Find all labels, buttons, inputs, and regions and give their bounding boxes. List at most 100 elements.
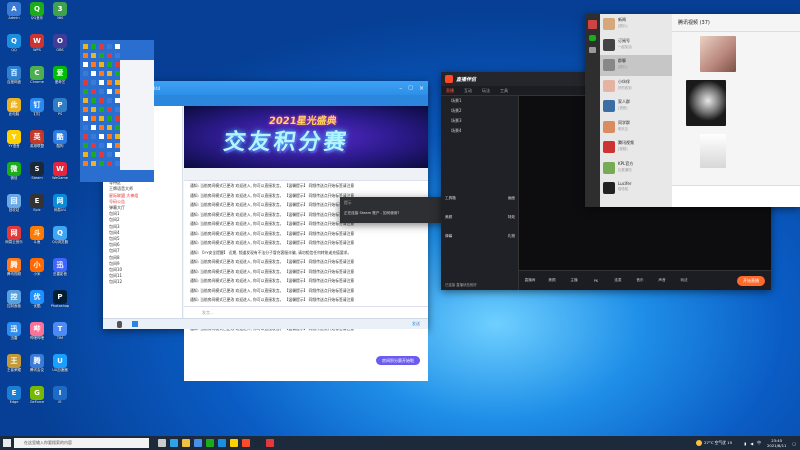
minimize-icon[interactable]: – bbox=[399, 85, 402, 92]
contacts-icon[interactable] bbox=[589, 47, 596, 53]
chat-image[interactable] bbox=[686, 80, 726, 126]
desktop-icon[interactable]: 控控制面板 bbox=[3, 290, 25, 318]
live-control-button[interactable]: 玩法 bbox=[673, 278, 695, 283]
steam-taskbar-icon[interactable] bbox=[254, 439, 262, 447]
channel-item[interactable]: 包间12 bbox=[103, 279, 182, 285]
live-control-button[interactable]: 声音 bbox=[651, 278, 673, 283]
desktop-icon[interactable]: E Epic bbox=[26, 194, 48, 222]
desktop-icon[interactable]: E Edge bbox=[3, 386, 25, 414]
desktop-icon[interactable]: 网网易云音乐 bbox=[3, 226, 25, 254]
weather-text[interactable]: 27°C 空气优 15 bbox=[704, 440, 732, 446]
desktop-icon[interactable]: W WeGame bbox=[49, 162, 71, 190]
desktop-icon[interactable]: 小小米 bbox=[26, 258, 48, 286]
desktop-icon[interactable]: 微微信 bbox=[3, 162, 25, 190]
desktop-icon[interactable]: 网网易UU bbox=[49, 194, 71, 222]
start-live-button[interactable]: 开始直播 bbox=[737, 276, 765, 286]
wechat-window[interactable]: 新闻 [图片] 订阅号 一起加油 群聊 [图片] 小伙伴 好的收到 家人群 [语音] 同学群 明天见腾… bbox=[585, 14, 800, 207]
desktop-icon[interactable]: 腾腾讯视频 bbox=[3, 258, 25, 286]
yy-event-banner[interactable]: 2021星光盛典 交友积分赛 bbox=[184, 106, 428, 168]
chat-image[interactable] bbox=[700, 36, 736, 72]
mic-icon[interactable] bbox=[117, 320, 122, 328]
clock[interactable]: 23:45 2021/8/11 bbox=[767, 438, 786, 448]
desktop-icon[interactable]: T TIM bbox=[49, 322, 71, 350]
taskbar-search-input[interactable]: 在这里输入你要搜索的内容 bbox=[14, 438, 149, 448]
tab-interact[interactable]: 互动 bbox=[464, 88, 472, 94]
desktop-icon[interactable]: 钉钉钉 bbox=[26, 98, 48, 126]
chat-list-item[interactable]: 新闻 [图片] bbox=[600, 14, 672, 35]
desktop-icon[interactable]: 腾腾讯会议 bbox=[26, 354, 48, 382]
desktop-icon[interactable]: Q QQ音乐 bbox=[26, 2, 48, 30]
live-control-button[interactable]: 音乐 bbox=[629, 278, 651, 283]
desktop-icon[interactable]: P PS bbox=[49, 98, 71, 126]
desktop-icon[interactable]: 此此电脑 bbox=[3, 98, 25, 126]
chat-list-item[interactable]: 腾讯视频 [视频] bbox=[600, 137, 672, 158]
desktop-icon[interactable]: 哔哔哩哔哩 bbox=[26, 322, 48, 350]
desktop-icon[interactable]: 爱爱奇艺 bbox=[49, 66, 71, 94]
chat-list-item[interactable]: 家人群 [语音] bbox=[600, 96, 672, 117]
ime-icon[interactable]: 中 bbox=[757, 440, 761, 446]
yy-message-input[interactable]: 发言... bbox=[184, 306, 428, 318]
volume-icon[interactable]: ◀ bbox=[750, 441, 753, 446]
desktop-icon[interactable]: O OBS bbox=[49, 34, 71, 62]
explorer-icon[interactable] bbox=[182, 439, 190, 447]
live-control-button[interactable]: 美颜 bbox=[541, 278, 563, 283]
avatar[interactable] bbox=[588, 20, 597, 29]
desktop-icon[interactable]: 百百度网盘 bbox=[3, 66, 25, 94]
speaker-icon[interactable] bbox=[132, 321, 138, 327]
chat-list-item[interactable]: KPL官方 比赛通知 bbox=[600, 158, 672, 179]
network-icon[interactable]: ▮ bbox=[744, 441, 746, 446]
tool-item[interactable]: 特效 bbox=[508, 215, 515, 220]
desktop-icon[interactable]: 迅迅雷影音 bbox=[49, 258, 71, 286]
tool-item[interactable]: 工具箱 bbox=[445, 196, 456, 201]
desktop-icon[interactable]: Y YY语音 bbox=[3, 130, 25, 158]
scene-item[interactable]: 场景1 bbox=[441, 96, 518, 106]
chat-icon[interactable] bbox=[589, 35, 596, 41]
live-taskbar-icon[interactable] bbox=[242, 439, 250, 447]
close-icon[interactable]: × bbox=[419, 85, 424, 92]
desktop-icon[interactable]: G GeForce bbox=[26, 386, 48, 414]
desktop-icon[interactable]: 回回收站 bbox=[3, 194, 25, 222]
chat-list-item[interactable]: 订阅号 一起加油 bbox=[600, 35, 672, 56]
edge-icon[interactable] bbox=[170, 439, 178, 447]
desktop-icon[interactable]: 优优酷 bbox=[26, 290, 48, 318]
live-control-button[interactable]: 直播间 bbox=[519, 278, 541, 283]
yy-taskbar-icon[interactable] bbox=[230, 439, 238, 447]
desktop-icon[interactable]: S Steam bbox=[26, 162, 48, 190]
task-view-icon[interactable] bbox=[158, 439, 166, 447]
desktop-icon[interactable]: P Photoshop bbox=[49, 290, 71, 318]
scene-item[interactable]: 场景4 bbox=[441, 126, 518, 136]
desktop-icon[interactable]: C Chrome bbox=[26, 66, 48, 94]
send-button[interactable]: 发送 bbox=[412, 321, 420, 327]
desktop-icon[interactable]: 酷酷狗 bbox=[49, 130, 71, 158]
chat-list-item[interactable]: Lucifer 哈哈哈 bbox=[600, 178, 672, 199]
desktop-icon[interactable]: 王王者荣耀 bbox=[3, 354, 25, 382]
desktop-icon[interactable]: 英英雄联盟 bbox=[26, 130, 48, 158]
desktop-icon[interactable]: Q QQ浏览器 bbox=[49, 226, 71, 254]
wechat-chat-panel[interactable]: 腾讯视频 (37) bbox=[672, 14, 800, 207]
desktop-icon[interactable]: 斗斗鱼 bbox=[26, 226, 48, 254]
desktop-icon[interactable]: 迅迅雷 bbox=[3, 322, 25, 350]
tool-item[interactable]: 弹幕 bbox=[445, 234, 452, 239]
live-control-button[interactable]: 连麦 bbox=[607, 278, 629, 283]
tab-play[interactable]: 玩法 bbox=[482, 88, 490, 94]
wechat-input-area[interactable] bbox=[672, 185, 800, 207]
tab-live[interactable]: 直播 bbox=[446, 88, 454, 94]
wechat-taskbar-icon[interactable] bbox=[206, 439, 214, 447]
qq-taskbar-icon[interactable] bbox=[218, 439, 226, 447]
tool-item[interactable]: 礼物 bbox=[508, 234, 515, 239]
desktop-icon[interactable]: U UU加速器 bbox=[49, 354, 71, 382]
music-taskbar-icon[interactable] bbox=[266, 439, 274, 447]
desktop-icon[interactable]: Q QQ bbox=[3, 34, 25, 62]
desktop-icon[interactable]: W WPS bbox=[26, 34, 48, 62]
chat-list-item[interactable]: 同学群 明天见 bbox=[600, 117, 672, 138]
maximize-icon[interactable]: □ bbox=[408, 85, 413, 91]
desktop-icon[interactable]: I IE bbox=[49, 386, 71, 414]
desktop-icon[interactable]: A Admin bbox=[3, 2, 25, 30]
chat-list-item[interactable]: 小伙伴 好的收到 bbox=[600, 76, 672, 97]
chat-list-item[interactable]: 群聊 [图片] bbox=[600, 55, 672, 76]
wechat-chat-list[interactable]: 新闻 [图片] 订阅号 一起加油 群聊 [图片] 小伙伴 好的收到 家人群 [语音] 同学群 明天见腾… bbox=[600, 14, 672, 207]
scene-item[interactable]: 场景2 bbox=[441, 106, 518, 116]
live-control-button[interactable]: PK bbox=[585, 279, 607, 283]
notification-icon[interactable]: ▢ bbox=[792, 441, 796, 446]
desktop-icon[interactable]: 3 360 bbox=[49, 2, 71, 30]
